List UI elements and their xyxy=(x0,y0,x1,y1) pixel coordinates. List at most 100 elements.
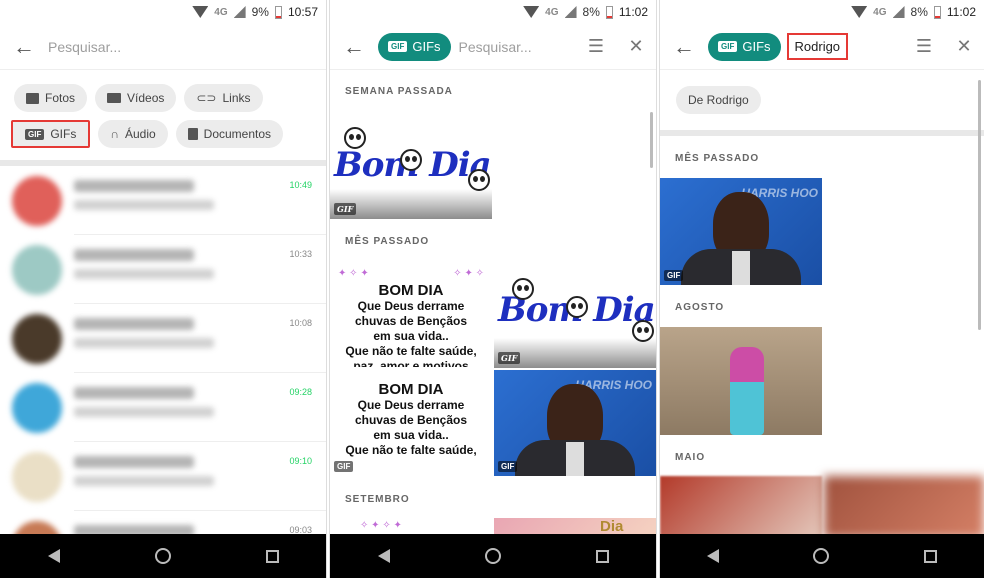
section-header: SETEMBRO xyxy=(345,494,410,505)
chat-row[interactable]: 10:33 xyxy=(0,235,326,304)
chip-label: Fotos xyxy=(45,91,76,105)
gif-thumbnail[interactable]: HARRIS HOO GIF xyxy=(494,370,656,476)
search-input[interactable]: Pesquisar... xyxy=(459,39,532,55)
panda-graphic xyxy=(400,149,422,171)
chat-row[interactable]: 10:49 xyxy=(0,166,326,235)
gif-results-panel: 4G 8% 11:02 ← GIF GIFs Pesquisar... ☰ ✕ … xyxy=(330,0,656,578)
chip-audio[interactable]: ∩ Áudio xyxy=(98,120,168,148)
person-shirt xyxy=(566,442,584,476)
nav-back-icon[interactable] xyxy=(707,549,720,563)
chat-name-blurred xyxy=(74,387,194,399)
chat-time: 10:49 xyxy=(289,180,312,190)
battery-icon xyxy=(605,5,613,19)
chat-message-blurred xyxy=(74,476,214,486)
gif-line: Que não te falte saúde, xyxy=(345,344,477,358)
person-figure xyxy=(730,347,764,435)
nav-home-icon[interactable] xyxy=(484,548,501,564)
nav-home-icon[interactable] xyxy=(154,548,171,564)
list-view-icon[interactable]: ☰ xyxy=(904,36,944,57)
nav-recents-icon[interactable] xyxy=(595,549,609,563)
chat-name-blurred xyxy=(74,318,194,330)
android-nav-bar xyxy=(330,534,656,578)
close-icon[interactable]: ✕ xyxy=(616,36,656,57)
gif-thumbnail[interactable]: Bom Dia GIF xyxy=(330,113,492,219)
search-bar: ← GIF GIFs Rodrigo ☰ ✕ xyxy=(660,24,984,70)
network-type: 4G xyxy=(545,6,559,18)
panda-graphic xyxy=(344,127,366,149)
status-bar: 4G 8% 11:02 xyxy=(330,0,656,24)
chip-videos[interactable]: Vídeos xyxy=(95,84,177,112)
list-view-icon[interactable]: ☰ xyxy=(576,36,616,57)
nav-back-icon[interactable] xyxy=(377,549,390,563)
gif-thumbnail[interactable]: HARRIS HOO GIF xyxy=(660,178,822,285)
section-header: MÊS PASSADO xyxy=(675,153,760,164)
chip-label: Documentos xyxy=(203,127,272,141)
close-icon[interactable]: ✕ xyxy=(944,36,984,57)
divider-shadow xyxy=(660,130,984,136)
chip-label: De Rodrigo xyxy=(688,93,749,107)
clock: 10:57 xyxy=(287,5,318,19)
sender-filter-chip[interactable]: De Rodrigo xyxy=(676,86,761,114)
gif-thumbnail[interactable]: ✦ ✧ ✦ ✧ ✦ ✧ BOM DIA Que Deus derrame chu… xyxy=(330,260,492,476)
chat-row[interactable]: 10:08 xyxy=(0,304,326,373)
section-header: AGOSTO xyxy=(675,302,725,313)
status-bar: 4G 9% 10:57 xyxy=(0,0,326,24)
search-input[interactable]: Pesquisar... xyxy=(48,39,121,55)
chat-row[interactable]: 09:10 xyxy=(0,442,326,511)
gif-tag: GIF xyxy=(334,461,354,472)
gif-tag: GIF xyxy=(334,203,357,215)
gif-tag: GIF xyxy=(498,461,518,472)
gif-icon: GIF xyxy=(25,128,45,140)
nav-home-icon[interactable] xyxy=(813,548,830,564)
chip-links[interactable]: ⊂⊃ Links xyxy=(184,84,263,112)
android-nav-bar xyxy=(660,534,984,578)
gif-thumbnail[interactable]: Bom Dia GIF xyxy=(494,260,656,368)
search-input[interactable]: Rodrigo xyxy=(786,33,849,60)
chip-gifs[interactable]: GIF GIFs xyxy=(11,120,91,148)
nav-recents-icon[interactable] xyxy=(265,549,279,563)
gif-line: chuvas de Bençãos xyxy=(354,413,468,427)
chip-documents[interactable]: Documentos xyxy=(175,120,284,148)
chip-label: Áudio xyxy=(124,127,156,141)
chip-label: Vídeos xyxy=(127,91,165,105)
chat-message-blurred xyxy=(74,338,214,348)
chat-message-blurred xyxy=(74,269,214,279)
chat-name-blurred xyxy=(74,249,194,261)
chat-name-blurred xyxy=(74,456,194,468)
gif-thumbnail[interactable] xyxy=(660,327,822,435)
headphones-icon: ∩ xyxy=(110,127,119,141)
search-bar: ← GIF GIFs Pesquisar... ☰ ✕ xyxy=(330,24,656,70)
document-icon xyxy=(187,128,198,140)
signal-icon xyxy=(564,6,577,18)
nav-back-icon[interactable] xyxy=(47,549,60,563)
scrollbar[interactable] xyxy=(978,80,981,330)
back-arrow-icon[interactable]: ← xyxy=(330,24,378,70)
gif-line: chuvas de Bençãos xyxy=(354,314,468,328)
signal-icon xyxy=(233,6,246,18)
image-icon xyxy=(26,92,39,104)
scrollbar[interactable] xyxy=(650,112,653,168)
avatar xyxy=(12,314,62,364)
gif-icon: GIF xyxy=(718,41,738,52)
back-arrow-icon[interactable]: ← xyxy=(660,24,708,70)
gif-thumbnail[interactable] xyxy=(824,476,984,538)
gif-line: Que Deus derrame xyxy=(357,398,465,412)
gif-filter-pill[interactable]: GIF GIFs xyxy=(708,32,781,61)
chat-time: 09:10 xyxy=(289,456,312,466)
gif-line: Que não te falte saúde, xyxy=(345,443,477,457)
gif-filter-pill[interactable]: GIF GIFs xyxy=(378,32,451,61)
wifi-icon xyxy=(192,6,209,18)
clock: 11:02 xyxy=(618,5,648,19)
chat-row[interactable]: 09:28 xyxy=(0,373,326,442)
panda-graphic xyxy=(566,296,588,318)
network-type: 4G xyxy=(873,6,887,18)
chip-photos[interactable]: Fotos xyxy=(14,84,88,112)
link-icon: ⊂⊃ xyxy=(196,91,217,105)
nav-recents-icon[interactable] xyxy=(923,549,937,563)
chip-label: Links xyxy=(222,91,251,105)
battery-percent: 9% xyxy=(251,5,269,19)
back-arrow-icon[interactable]: ← xyxy=(0,24,48,70)
battery-percent: 8% xyxy=(910,5,928,19)
gif-thumbnail[interactable] xyxy=(660,476,822,538)
gif-text: Dia xyxy=(600,518,624,535)
